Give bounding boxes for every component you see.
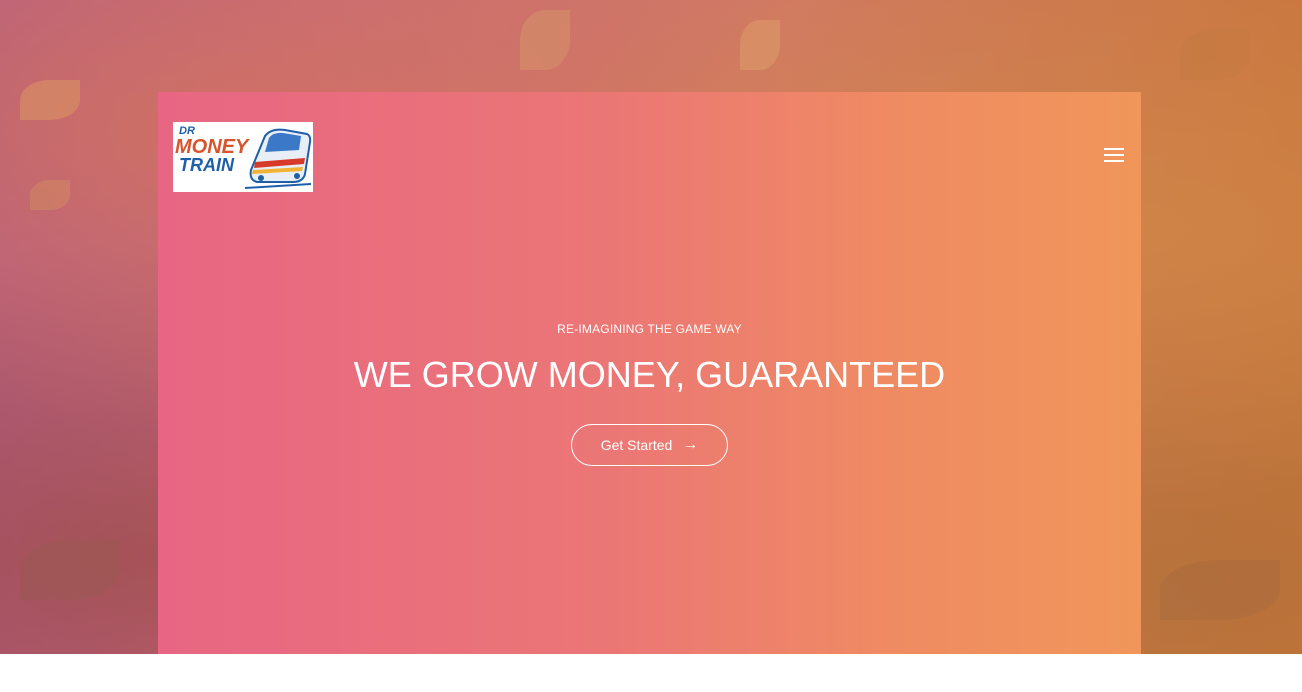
arrow-right-icon: → — [682, 436, 699, 453]
train-logo-icon: DR MONEY TRAIN — [173, 122, 313, 192]
get-started-button[interactable]: Get Started → — [571, 424, 728, 466]
rock-decoration — [1160, 560, 1280, 620]
leaf-decoration — [1180, 30, 1250, 80]
get-started-label: Get Started — [600, 437, 673, 453]
leaf-decoration — [520, 10, 570, 70]
menu-toggle-button[interactable] — [1104, 148, 1124, 164]
hero-headline: WE GROW MONEY, GUARANTEED — [353, 354, 946, 395]
hero-tagline: RE-IMAGINING THE GAME WAY — [557, 322, 742, 336]
hamburger-menu-icon — [1104, 160, 1124, 162]
hero-section: DR MONEY TRAIN RE-IMAGINING THE GAME WAY… — [158, 92, 1141, 654]
rock-decoration — [20, 540, 120, 600]
hamburger-menu-icon — [1104, 154, 1124, 156]
logo-text-line3: TRAIN — [179, 155, 235, 175]
leaf-decoration — [20, 80, 80, 120]
leaf-decoration — [30, 180, 70, 210]
leaf-decoration — [740, 20, 780, 70]
hamburger-menu-icon — [1104, 148, 1124, 150]
site-logo[interactable]: DR MONEY TRAIN — [173, 122, 313, 192]
